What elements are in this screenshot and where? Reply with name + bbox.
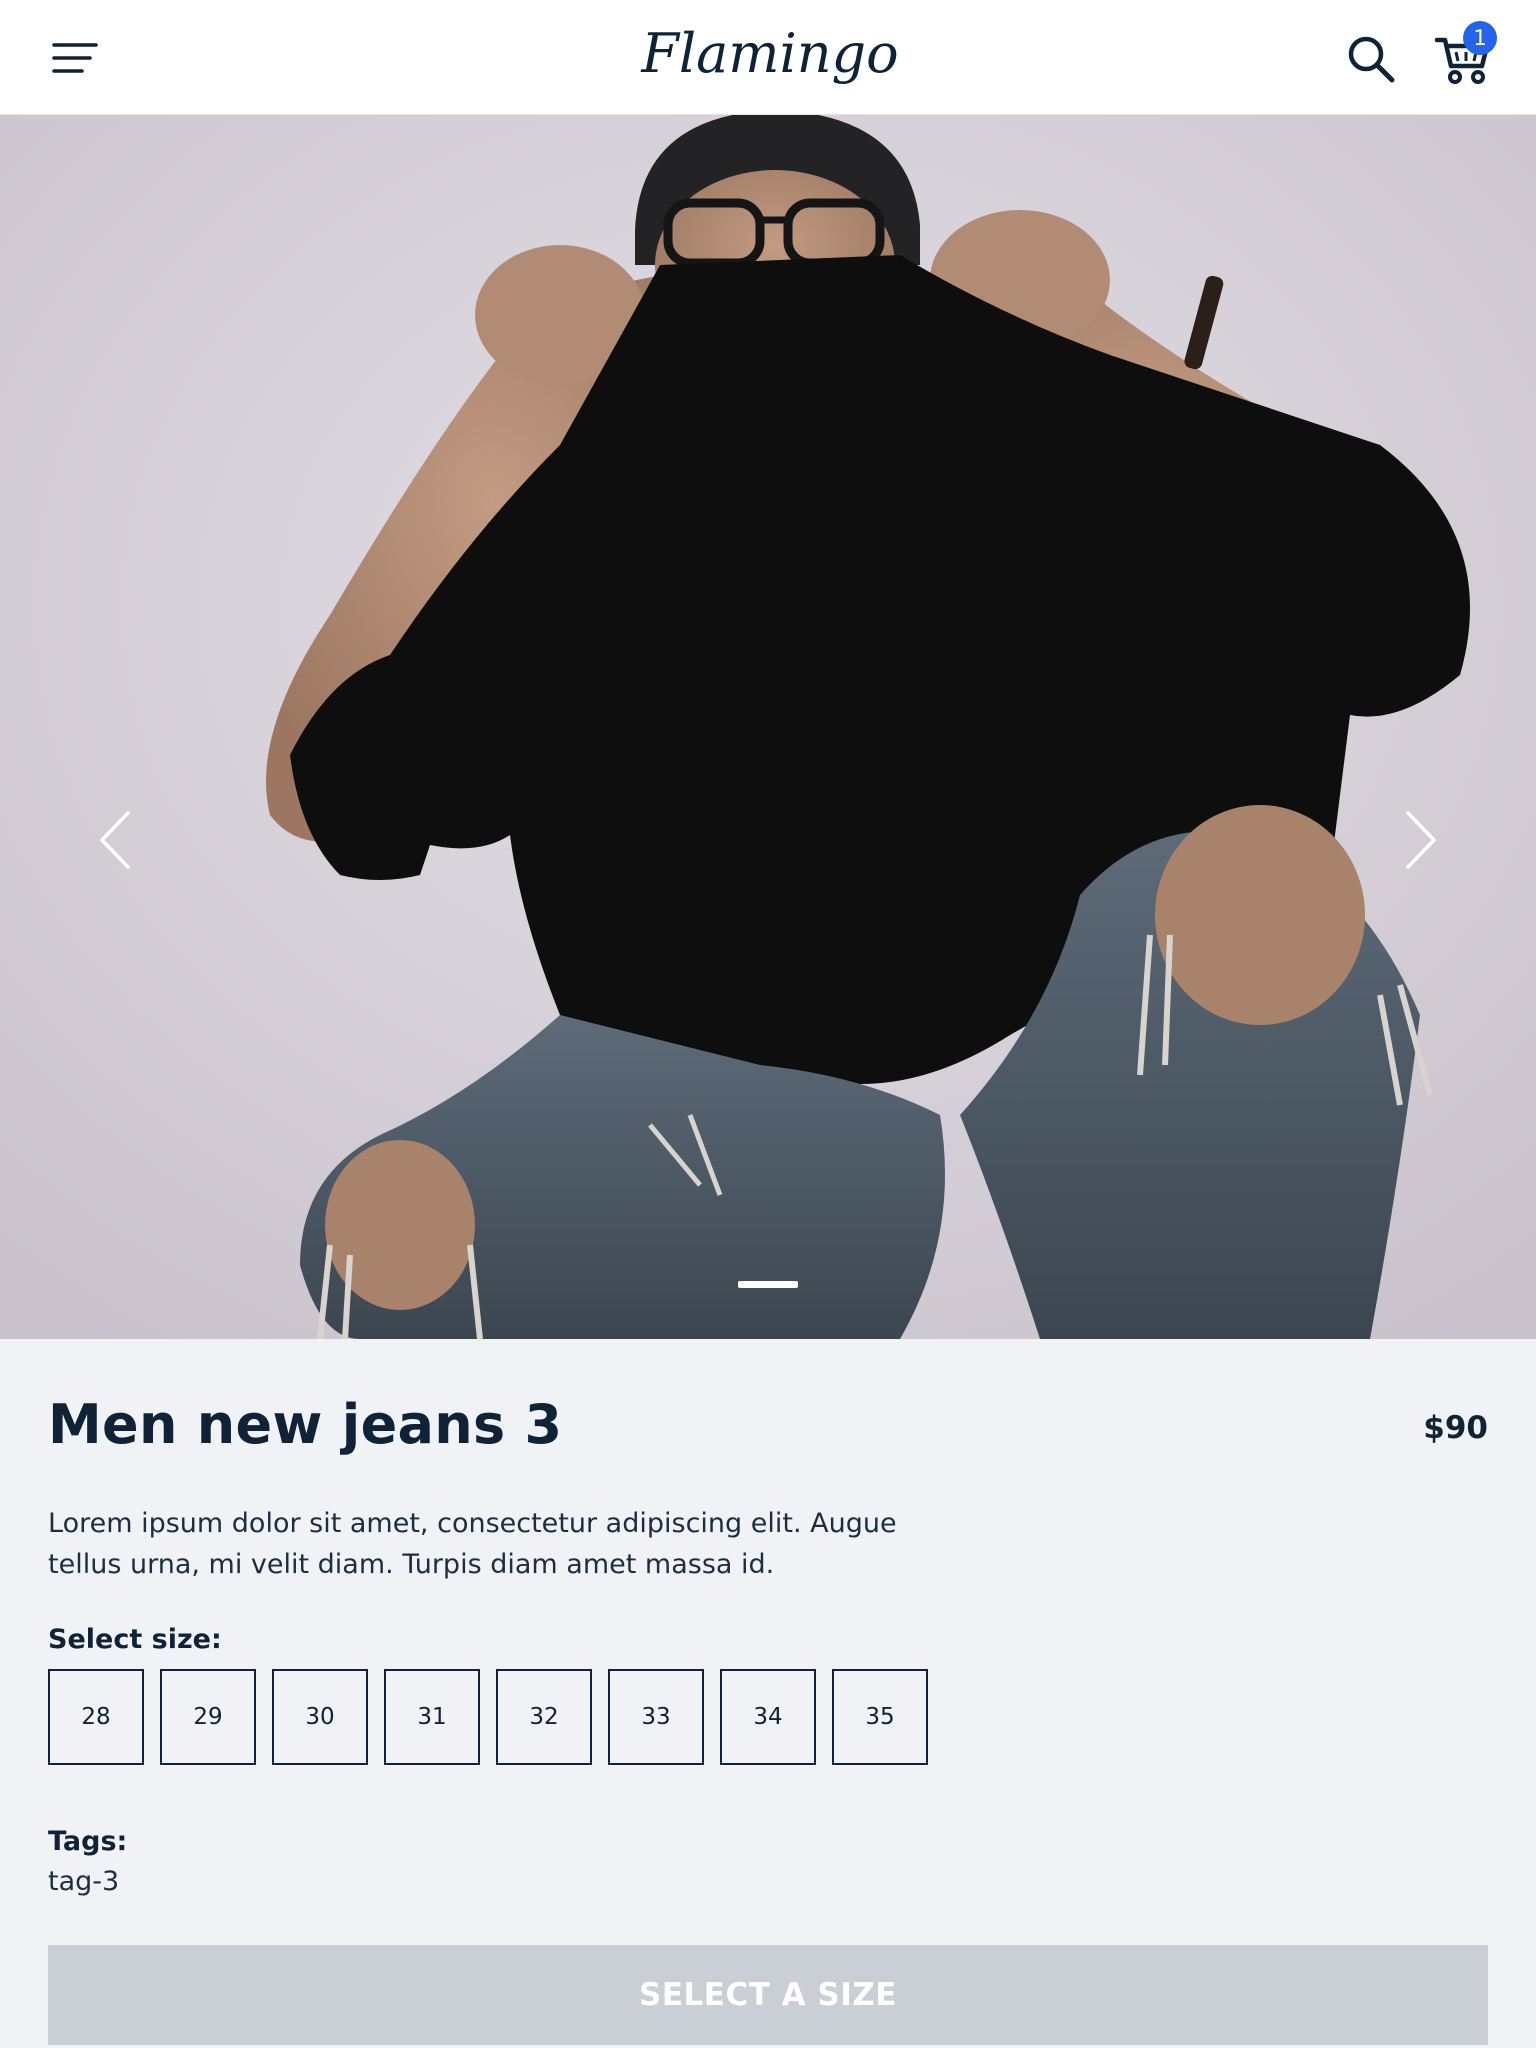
- size-option-32[interactable]: 32: [496, 1669, 592, 1765]
- svg-text:Flamingo: Flamingo: [640, 22, 898, 85]
- chevron-right-icon: [1406, 811, 1436, 869]
- top-nav-bar: Flamingo 1: [0, 0, 1536, 115]
- size-option-28[interactable]: 28: [48, 1669, 144, 1765]
- chevron-left-icon: [100, 811, 130, 869]
- product-image-carousel[interactable]: [0, 115, 1536, 1339]
- search-button[interactable]: [1345, 33, 1397, 85]
- carousel-next-button[interactable]: [1390, 805, 1450, 875]
- product-photo: [0, 115, 1536, 1339]
- product-description: Lorem ipsum dolor sit amet, consectetur …: [48, 1508, 897, 1580]
- cart-count-badge: 1: [1463, 21, 1497, 55]
- size-option-35[interactable]: 35: [832, 1669, 928, 1765]
- menu-icon: [52, 43, 98, 73]
- flamingo-logo[interactable]: Flamingo: [620, 10, 920, 110]
- tags-label: Tags:: [48, 1826, 128, 1857]
- carousel-prev-button[interactable]: [86, 805, 146, 875]
- size-selector-label: Select size:: [48, 1624, 222, 1655]
- size-option-33[interactable]: 33: [608, 1669, 704, 1765]
- size-option-34[interactable]: 34: [720, 1669, 816, 1765]
- product-title: Men new jeans 3: [48, 1393, 563, 1456]
- search-icon: [1348, 36, 1395, 83]
- tag-link[interactable]: tag-3: [48, 1866, 119, 1897]
- size-options: 28 29 30 31 32 33 34 35: [48, 1669, 928, 1765]
- size-option-30[interactable]: 30: [272, 1669, 368, 1765]
- menu-button[interactable]: [50, 36, 100, 80]
- size-option-29[interactable]: 29: [160, 1669, 256, 1765]
- select-size-button[interactable]: SELECT A SIZE: [48, 1945, 1488, 2045]
- carousel-slide-indicator[interactable]: [738, 1281, 798, 1288]
- product-price: $90: [1423, 1410, 1488, 1446]
- size-option-31[interactable]: 31: [384, 1669, 480, 1765]
